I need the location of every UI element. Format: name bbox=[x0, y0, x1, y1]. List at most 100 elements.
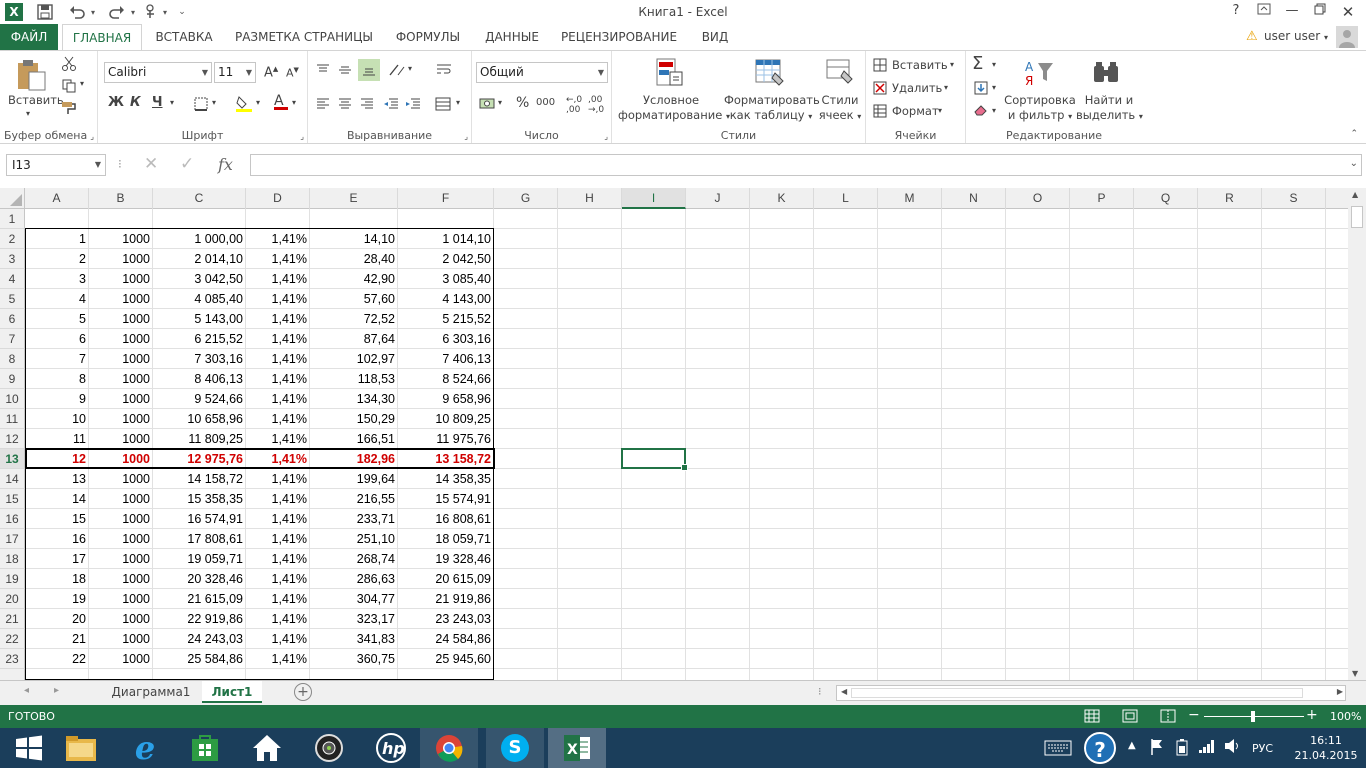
table-cell[interactable]: 1000 bbox=[89, 409, 153, 429]
table-cell[interactable]: 1000 bbox=[89, 469, 153, 489]
table-cell[interactable]: 2 014,10 bbox=[153, 249, 246, 269]
table-cell[interactable]: 2 bbox=[25, 249, 89, 269]
tab-review[interactable]: РЕЦЕНЗИРОВАНИЕ bbox=[556, 24, 682, 50]
zoom-out-icon[interactable]: − bbox=[1188, 707, 1200, 723]
column-header-p[interactable]: P bbox=[1070, 188, 1134, 209]
table-cell[interactable]: 323,17 bbox=[310, 609, 398, 629]
zoom-slider[interactable] bbox=[1204, 711, 1304, 722]
column-header-a[interactable]: A bbox=[25, 188, 89, 209]
table-cell[interactable]: 3 bbox=[25, 269, 89, 289]
table-cell[interactable]: 1,41% bbox=[246, 449, 310, 469]
horizontal-scroll-thumb[interactable] bbox=[851, 688, 1303, 698]
table-cell[interactable]: 1,41% bbox=[246, 429, 310, 449]
table-cell[interactable]: 1,41% bbox=[246, 369, 310, 389]
table-cell[interactable]: 1 bbox=[25, 229, 89, 249]
table-cell[interactable]: 216,55 bbox=[310, 489, 398, 509]
table-cell[interactable]: 87,64 bbox=[310, 329, 398, 349]
new-sheet-icon[interactable]: + bbox=[294, 683, 312, 701]
paste-icon[interactable] bbox=[14, 57, 48, 93]
chrome-icon[interactable] bbox=[420, 728, 478, 768]
table-cell[interactable]: 1000 bbox=[89, 329, 153, 349]
tab-data[interactable]: ДАННЫЕ bbox=[478, 24, 546, 50]
table-cell[interactable]: 6 bbox=[25, 329, 89, 349]
column-header-i[interactable]: I bbox=[622, 188, 686, 209]
fill-color-dropdown-icon[interactable]: ▾ bbox=[256, 98, 260, 107]
table-cell[interactable]: 5 143,00 bbox=[153, 309, 246, 329]
delete-cells-button[interactable]: Удалить bbox=[892, 81, 942, 95]
column-header-l[interactable]: L bbox=[814, 188, 878, 209]
table-cell[interactable]: 13 158,72 bbox=[398, 449, 494, 469]
row-header[interactable]: 12 bbox=[0, 429, 25, 449]
table-cell[interactable]: 1,41% bbox=[246, 469, 310, 489]
column-header-e[interactable]: E bbox=[310, 188, 398, 209]
thousands-button[interactable]: 000 bbox=[536, 97, 555, 108]
table-cell[interactable]: 286,63 bbox=[310, 569, 398, 589]
table-cell[interactable]: 360,75 bbox=[310, 649, 398, 669]
tab-insert[interactable]: ВСТАВКА bbox=[148, 24, 220, 50]
tab-file[interactable]: ФАЙЛ bbox=[0, 24, 58, 50]
table-cell[interactable]: 9 658,96 bbox=[398, 389, 494, 409]
table-cell[interactable]: 11 bbox=[25, 429, 89, 449]
keyboard-icon[interactable] bbox=[1044, 740, 1072, 759]
column-header-h[interactable]: H bbox=[558, 188, 622, 209]
page-layout-view-icon[interactable] bbox=[1122, 708, 1138, 727]
table-cell[interactable]: 25 945,60 bbox=[398, 649, 494, 669]
table-cell[interactable]: 21 919,86 bbox=[398, 589, 494, 609]
copy-dropdown-icon[interactable]: ▾ bbox=[80, 79, 84, 88]
table-cell[interactable]: 18 059,71 bbox=[398, 529, 494, 549]
clear-dropdown-icon[interactable]: ▾ bbox=[992, 106, 996, 115]
table-cell[interactable]: 1,41% bbox=[246, 289, 310, 309]
table-cell[interactable]: 150,29 bbox=[310, 409, 398, 429]
increase-indent-icon[interactable] bbox=[404, 95, 422, 113]
table-cell[interactable]: 20 328,46 bbox=[153, 569, 246, 589]
table-cell[interactable]: 17 bbox=[25, 549, 89, 569]
table-cell[interactable]: 1,41% bbox=[246, 269, 310, 289]
row-header[interactable]: 21 bbox=[0, 609, 25, 629]
underline-button[interactable]: Ч bbox=[152, 95, 163, 110]
table-cell[interactable]: 1000 bbox=[89, 609, 153, 629]
table-cell[interactable]: 12 975,76 bbox=[153, 449, 246, 469]
table-cell[interactable]: 8 524,66 bbox=[398, 369, 494, 389]
font-size-select[interactable]: 11 ▼ bbox=[214, 62, 256, 83]
bold-button[interactable]: Ж bbox=[108, 95, 124, 110]
merge-dropdown-icon[interactable]: ▾ bbox=[456, 98, 460, 107]
column-header-c[interactable]: C bbox=[153, 188, 246, 209]
formula-input[interactable] bbox=[250, 154, 1362, 176]
table-cell[interactable]: 1000 bbox=[89, 489, 153, 509]
table-cell[interactable]: 166,51 bbox=[310, 429, 398, 449]
column-header-j[interactable]: J bbox=[686, 188, 750, 209]
table-cell[interactable]: 28,40 bbox=[310, 249, 398, 269]
table-cell[interactable]: 233,71 bbox=[310, 509, 398, 529]
table-cell[interactable]: 20 615,09 bbox=[398, 569, 494, 589]
horizontal-scrollbar[interactable]: ◀ ▶ bbox=[836, 685, 1346, 701]
sort-filter-label[interactable]: Сортировка и фильтр ▾ bbox=[1004, 93, 1076, 124]
table-cell[interactable]: 1,41% bbox=[246, 389, 310, 409]
font-color-dropdown-icon[interactable]: ▾ bbox=[292, 98, 296, 107]
hp-icon[interactable]: hp bbox=[362, 728, 420, 768]
insert-dropdown-icon[interactable]: ▾ bbox=[950, 60, 954, 69]
conditional-formatting-icon[interactable] bbox=[654, 57, 686, 89]
table-cell[interactable]: 22 bbox=[25, 649, 89, 669]
accounting-dropdown-icon[interactable]: ▾ bbox=[498, 98, 502, 107]
autosum-dropdown-icon[interactable]: ▾ bbox=[992, 60, 996, 69]
italic-button[interactable]: К bbox=[130, 95, 141, 110]
wrap-text-icon[interactable] bbox=[434, 61, 454, 79]
table-cell[interactable]: 251,10 bbox=[310, 529, 398, 549]
table-cell[interactable]: 7 303,16 bbox=[153, 349, 246, 369]
table-cell[interactable]: 15 574,91 bbox=[398, 489, 494, 509]
scroll-thumb[interactable] bbox=[1351, 206, 1363, 228]
shrink-font-button[interactable]: A▼ bbox=[286, 66, 299, 80]
table-cell[interactable]: 23 243,03 bbox=[398, 609, 494, 629]
table-cell[interactable]: 1 000,00 bbox=[153, 229, 246, 249]
clear-icon[interactable] bbox=[972, 101, 990, 119]
table-cell[interactable]: 20 bbox=[25, 609, 89, 629]
row-header[interactable] bbox=[0, 669, 25, 680]
row-header[interactable]: 20 bbox=[0, 589, 25, 609]
row-header[interactable]: 11 bbox=[0, 409, 25, 429]
table-cell[interactable]: 1000 bbox=[89, 369, 153, 389]
table-cell[interactable]: 1,41% bbox=[246, 249, 310, 269]
number-format-select[interactable]: Общий ▼ bbox=[476, 62, 608, 83]
table-cell[interactable]: 5 bbox=[25, 309, 89, 329]
normal-view-icon[interactable] bbox=[1084, 708, 1100, 727]
table-cell[interactable]: 1000 bbox=[89, 429, 153, 449]
